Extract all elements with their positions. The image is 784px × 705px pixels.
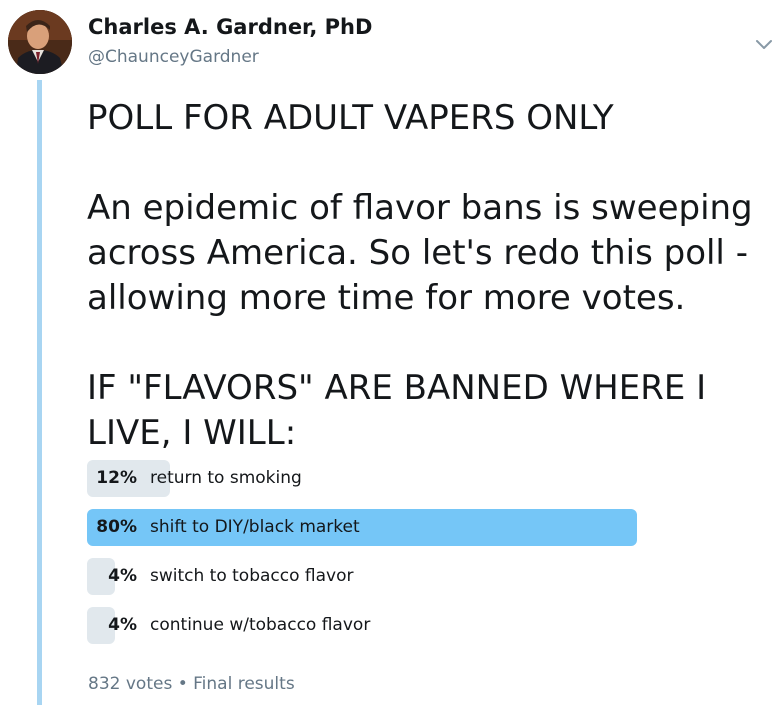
chevron-down-icon[interactable]	[752, 32, 776, 56]
poll-percent: 4%	[108, 566, 137, 586]
author-display-name[interactable]: Charles A. Gardner, PhD	[88, 15, 372, 39]
poll-footer: 832 votes • Final results	[88, 674, 295, 694]
poll-status: Final results	[193, 674, 295, 694]
tweet-line: IF "FLAVORS" ARE BANNED WHERE I	[87, 368, 707, 408]
tweet-line: LIVE, I WILL:	[87, 413, 297, 453]
poll-choice[interactable]: 80% shift to DIY/black market	[87, 509, 647, 546]
tweet-line: across America. So let's redo this poll …	[87, 233, 748, 273]
poll-choice[interactable]: 12% return to smoking	[87, 460, 647, 497]
poll-vote-count: 832 votes	[88, 674, 173, 694]
thread-line	[37, 80, 42, 705]
avatar-image	[8, 10, 72, 74]
poll-percent: 12%	[96, 468, 137, 488]
poll-percent: 80%	[96, 517, 137, 537]
poll-percent: 4%	[108, 615, 137, 635]
poll-choice-label: switch to tobacco flavor	[150, 566, 354, 586]
poll-choice-label: return to smoking	[150, 468, 302, 488]
tweet-line: allowing more time for more votes.	[87, 278, 686, 318]
poll-choice-label: shift to DIY/black market	[150, 517, 360, 537]
tweet-text: POLL FOR ADULT VAPERS ONLY An epidemic o…	[87, 96, 767, 456]
avatar[interactable]	[8, 10, 72, 74]
author-handle[interactable]: @ChaunceyGardner	[88, 47, 259, 67]
tweet-line: An epidemic of flavor bans is sweeping	[87, 188, 753, 228]
poll-choice[interactable]: 4% continue w/tobacco flavor	[87, 607, 647, 644]
tweet-line: POLL FOR ADULT VAPERS ONLY	[87, 98, 614, 138]
poll-footer-separator: •	[177, 674, 188, 694]
poll-choice-label: continue w/tobacco flavor	[150, 615, 371, 635]
poll-choice[interactable]: 4% switch to tobacco flavor	[87, 558, 647, 595]
